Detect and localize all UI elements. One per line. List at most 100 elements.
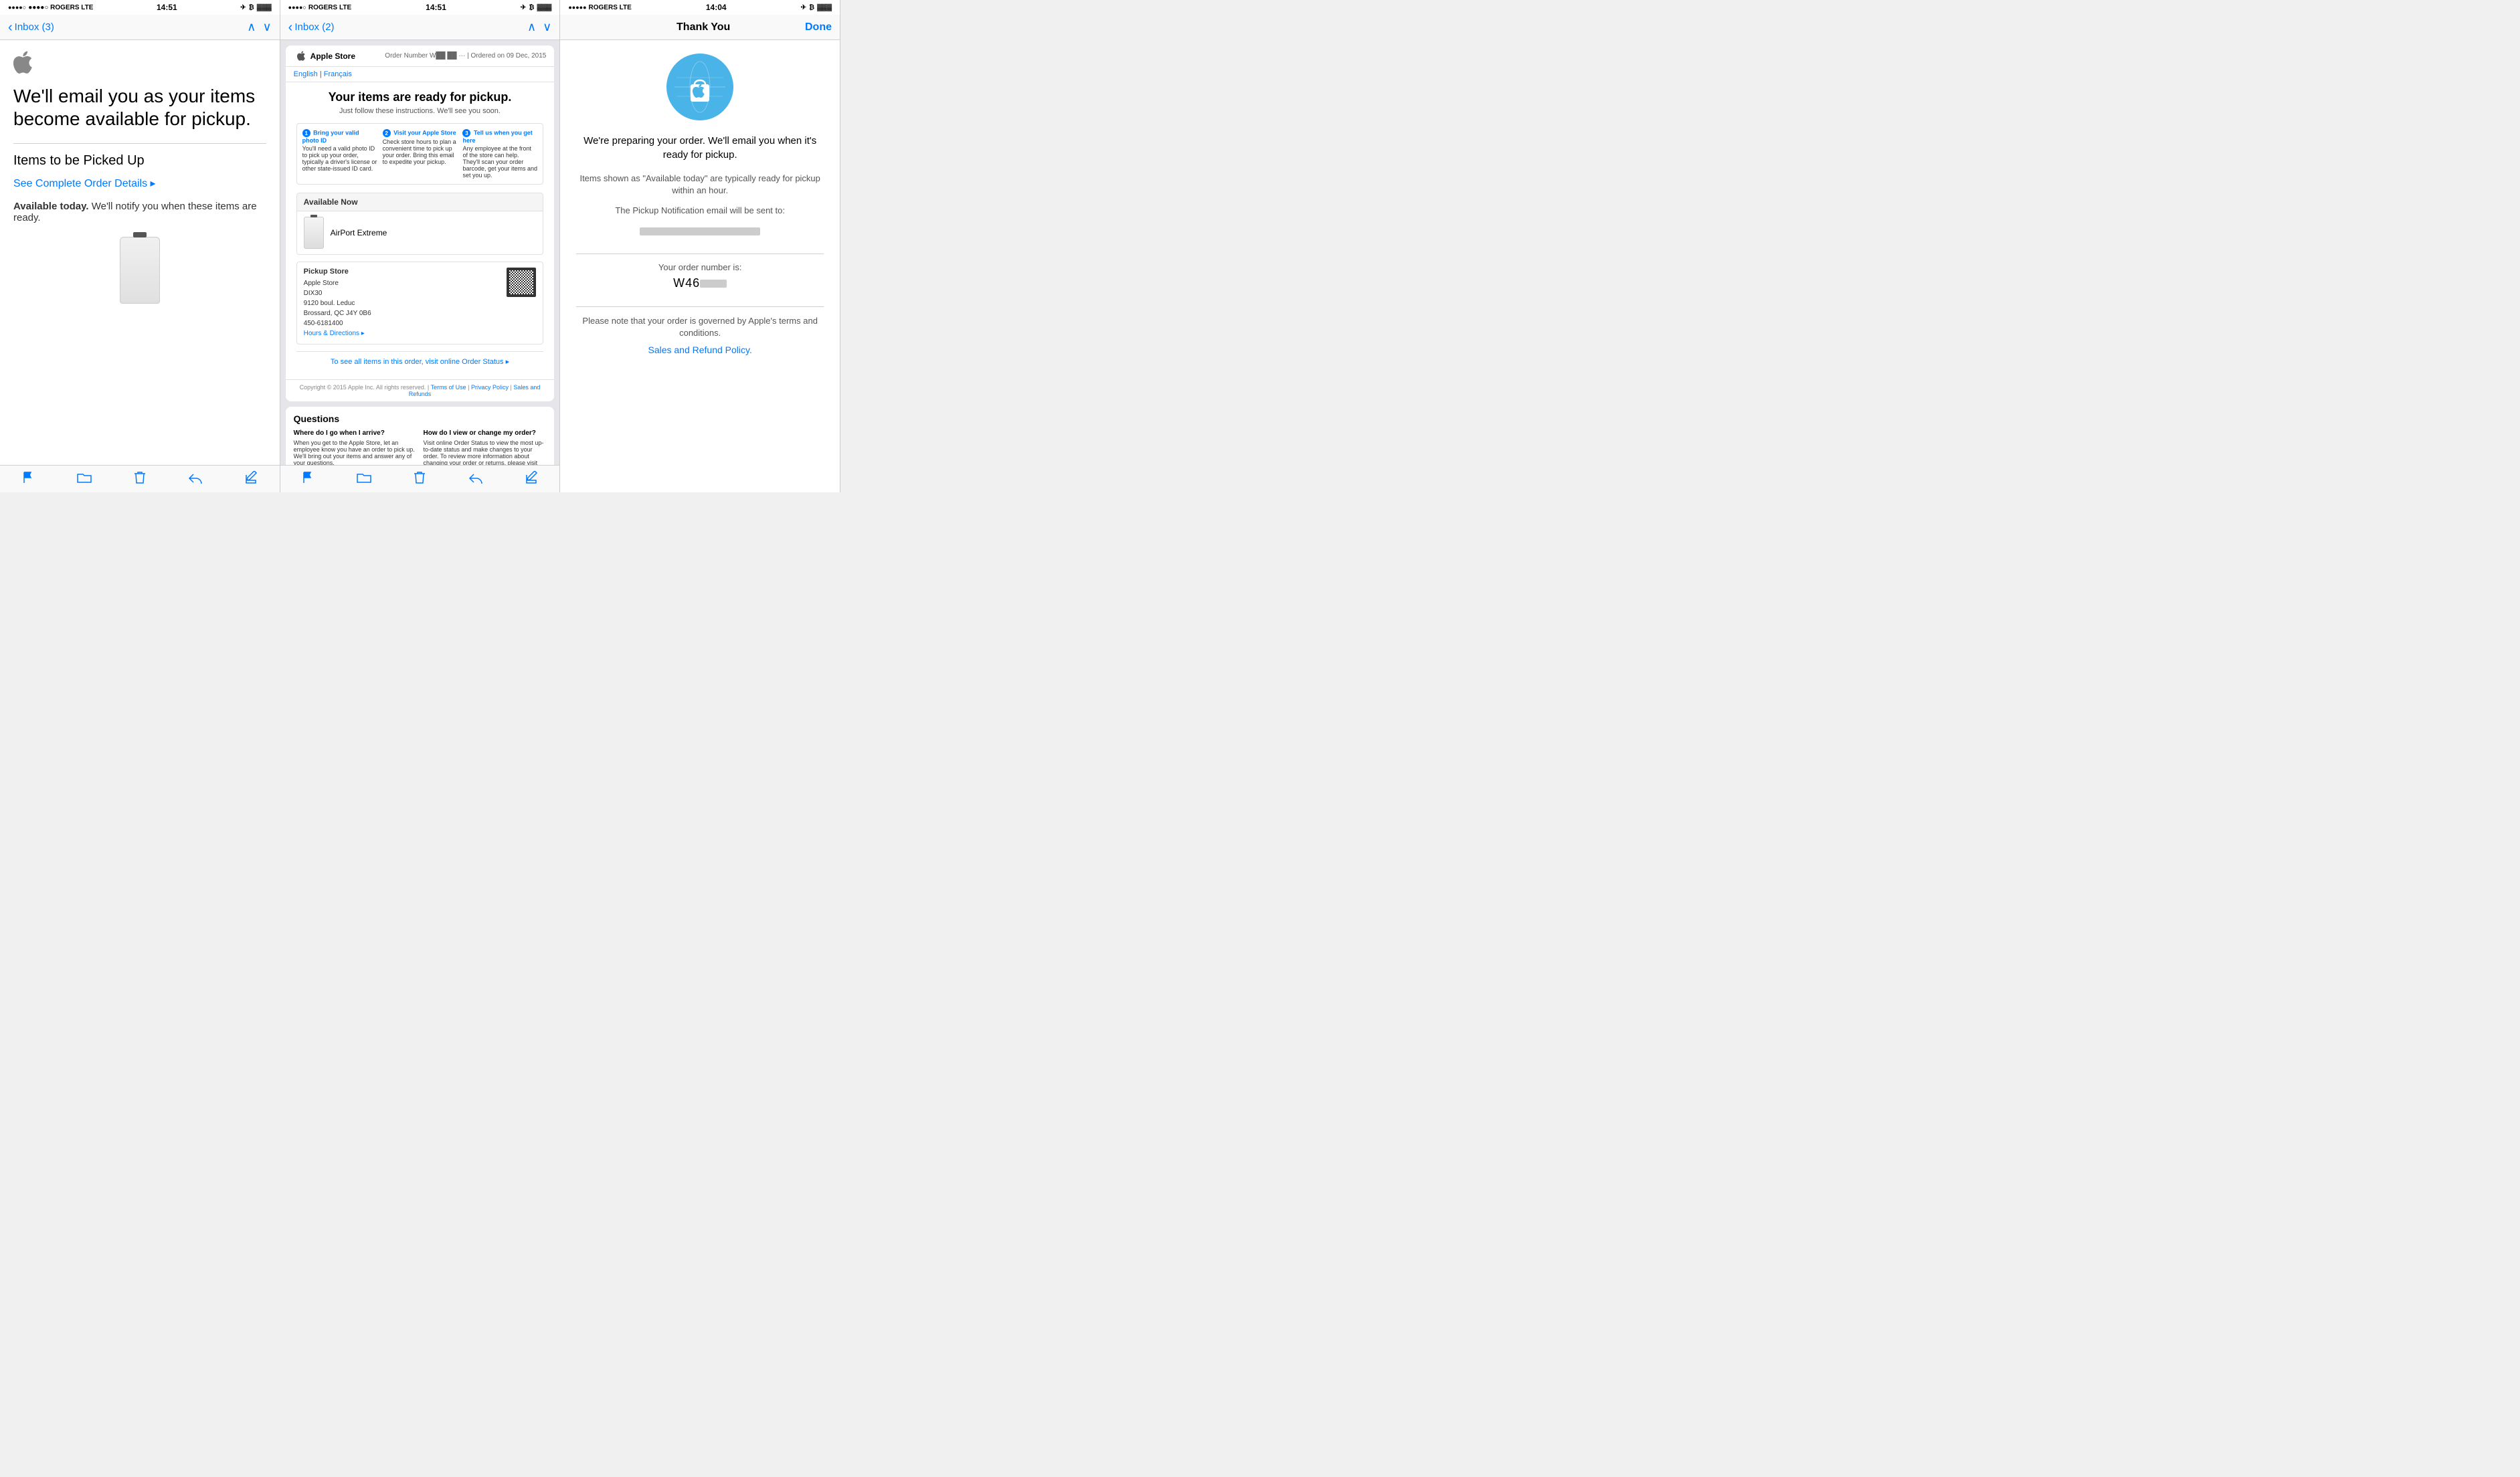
items-section-title: Items to be Picked Up	[13, 153, 266, 169]
reply-icon-2	[468, 472, 483, 484]
nav-title-3: Thank You	[677, 21, 730, 33]
order-status-anchor[interactable]: To see all items in this order, visit on…	[331, 358, 509, 366]
step1-title: 1 Bring your valid photo ID	[302, 129, 377, 144]
reply-button-1[interactable]	[188, 472, 203, 484]
icons-3: ✈ ₿ ▓▓▓	[801, 4, 832, 11]
flag-icon-1	[21, 471, 35, 484]
flag-button-2[interactable]	[301, 471, 314, 484]
store-name-label: Apple Store	[310, 52, 355, 61]
email-body: Your items are ready for pickup. Just fo…	[286, 82, 555, 379]
carrier-name-3: ROGERS LTE	[589, 4, 632, 11]
carrier-name-2: ROGERS LTE	[308, 4, 351, 11]
bluetooth-icon-2: ₿	[529, 4, 534, 11]
flag-button-1[interactable]	[21, 471, 35, 484]
order-details-link[interactable]: See Complete Order Details ▸	[13, 177, 266, 190]
questions-grid: Where do I go when I arrive? When you ge…	[294, 429, 547, 465]
step2-text: Check store hours to plan a convenient t…	[383, 138, 458, 165]
lang-english-link[interactable]: English	[294, 70, 318, 78]
location-icon-3: ✈	[801, 4, 806, 11]
store-info-name: Apple Store	[304, 278, 371, 288]
down-arrow-btn-1[interactable]: ∨	[262, 20, 271, 34]
status-bar-3: ●●●●● ROGERS LTE 14:04 ✈ ₿ ▓▓▓	[560, 0, 840, 15]
panel1-headline: We'll email you as your items become ava…	[13, 85, 266, 130]
store-info-addr1: 9120 boul. Leduc	[304, 298, 371, 308]
q1-text: When you get to the Apple Store, let an …	[294, 439, 417, 465]
back-arrow-icon-1: ‹	[8, 21, 13, 34]
notification-info: The Pickup Notification email will be se…	[615, 205, 785, 217]
toolbar-2	[280, 465, 560, 492]
back-label-1: Inbox (3)	[15, 21, 54, 33]
redacted-email	[640, 225, 760, 237]
carrier-name-1: ●●●●○ ROGERS LTE	[28, 4, 93, 11]
done-button-3[interactable]: Done	[805, 21, 832, 33]
battery-icon-3: ▓▓▓	[817, 4, 832, 11]
time-2: 14:51	[426, 3, 446, 12]
folder-button-1[interactable]	[77, 472, 92, 484]
back-button-2[interactable]: ‹ Inbox (2)	[288, 21, 335, 34]
order-date: Ordered on 09 Dec, 2015	[470, 52, 546, 60]
pickup-store-section: Pickup Store Apple Store DIX30 9120 boul…	[296, 262, 544, 344]
trash-button-1[interactable]	[134, 471, 146, 484]
apple-logo-svg	[13, 51, 32, 74]
back-arrow-icon-2: ‹	[288, 21, 293, 34]
folder-icon-2	[357, 472, 371, 484]
step1-text: You'll need a valid photo ID to pick up …	[302, 145, 377, 172]
q2-title: How do I view or change my order?	[424, 429, 547, 437]
item-name-label: AirPort Extreme	[331, 228, 387, 237]
carrier-2: ●●●●○ ROGERS LTE	[288, 4, 351, 11]
bluetooth-icon-3: ₿	[809, 4, 814, 11]
carrier-signal-1: ●●●●○ ●●●●○ ROGERS LTE	[8, 4, 93, 11]
down-arrow-btn-2[interactable]: ∨	[543, 20, 551, 34]
panel3-content: We're preparing your order. We'll email …	[560, 40, 840, 492]
panel2-scroll: Apple Store Order Number W██ ██ ··· | Or…	[280, 40, 560, 465]
trash-button-2[interactable]	[414, 471, 426, 484]
folder-button-2[interactable]	[357, 472, 371, 484]
signal-3: ●●●●●	[568, 4, 586, 11]
footer-privacy-link[interactable]: Privacy Policy	[471, 384, 509, 391]
email-apple-logo-svg	[297, 51, 305, 61]
question-col-2: How do I view or change my order? Visit …	[424, 429, 547, 465]
thank-you-icon	[666, 54, 733, 120]
pickup-store-details: Pickup Store Apple Store DIX30 9120 boul…	[304, 268, 371, 338]
order-number-label-3: Your order number is:	[658, 262, 742, 272]
available-text: Available today. We'll notify you when t…	[13, 201, 266, 223]
email-header: Apple Store Order Number W██ ██ ··· | Or…	[286, 45, 555, 67]
compose-button-2[interactable]	[525, 471, 539, 484]
up-arrow-btn-1[interactable]: ∧	[247, 20, 256, 34]
trash-icon-1	[134, 471, 146, 484]
step3-title: 3 Tell us when you get here	[462, 129, 537, 144]
carrier-3: ●●●●● ROGERS LTE	[568, 4, 631, 11]
panel-3: ●●●●● ROGERS LTE 14:04 ✈ ₿ ▓▓▓ Thank You…	[560, 0, 840, 492]
available-today-info: Items shown as "Available today" are typ…	[576, 173, 824, 197]
divider-1	[13, 143, 266, 144]
compose-button-1[interactable]	[245, 471, 258, 484]
reply-button-2[interactable]	[468, 472, 483, 484]
footer-terms-link[interactable]: Terms of Use	[431, 384, 466, 391]
toolbar-1	[0, 465, 280, 492]
trash-icon-2	[414, 471, 426, 484]
step2-title: 2 Visit your Apple Store	[383, 129, 458, 137]
order-date-label: Order Number W██ ██ ··· | Ordered on 09 …	[385, 52, 546, 60]
location-icon-1: ✈	[240, 4, 246, 11]
question-col-1: Where do I go when I arrive? When you ge…	[294, 429, 417, 465]
q2-text: Visit online Order Status to view the mo…	[424, 439, 547, 465]
step-2: 2 Visit your Apple Store Check store hou…	[383, 129, 458, 179]
product-image-area	[13, 237, 266, 307]
up-arrow-btn-2[interactable]: ∧	[527, 20, 536, 34]
available-now-item: AirPort Extreme	[297, 211, 543, 254]
policy-link[interactable]: Sales and Refund Policy.	[648, 344, 751, 355]
back-label-2: Inbox (2)	[294, 21, 334, 33]
email-store-name: Apple Store	[294, 51, 355, 61]
nav-bar-1: ‹ Inbox (3) ∧ ∨	[0, 15, 280, 40]
email-redacted	[640, 227, 760, 235]
reply-icon-1	[188, 472, 203, 484]
status-bar-1: ●●●●○ ●●●●○ ROGERS LTE 14:51 ✈ ₿ ▓▓▓	[0, 0, 280, 15]
lang-french-link[interactable]: Français	[324, 70, 352, 78]
hours-directions-link[interactable]: Hours & Directions ▸	[304, 330, 365, 337]
panel1-content: We'll email you as your items become ava…	[0, 40, 280, 465]
footer-copyright: Copyright © 2015 Apple Inc. All rights r…	[300, 384, 426, 391]
order-status-link: To see all items in this order, visit on…	[296, 351, 544, 371]
pickup-store-label: Pickup Store	[304, 268, 371, 276]
back-button-1[interactable]: ‹ Inbox (3)	[8, 21, 54, 34]
flag-icon-2	[301, 471, 314, 484]
